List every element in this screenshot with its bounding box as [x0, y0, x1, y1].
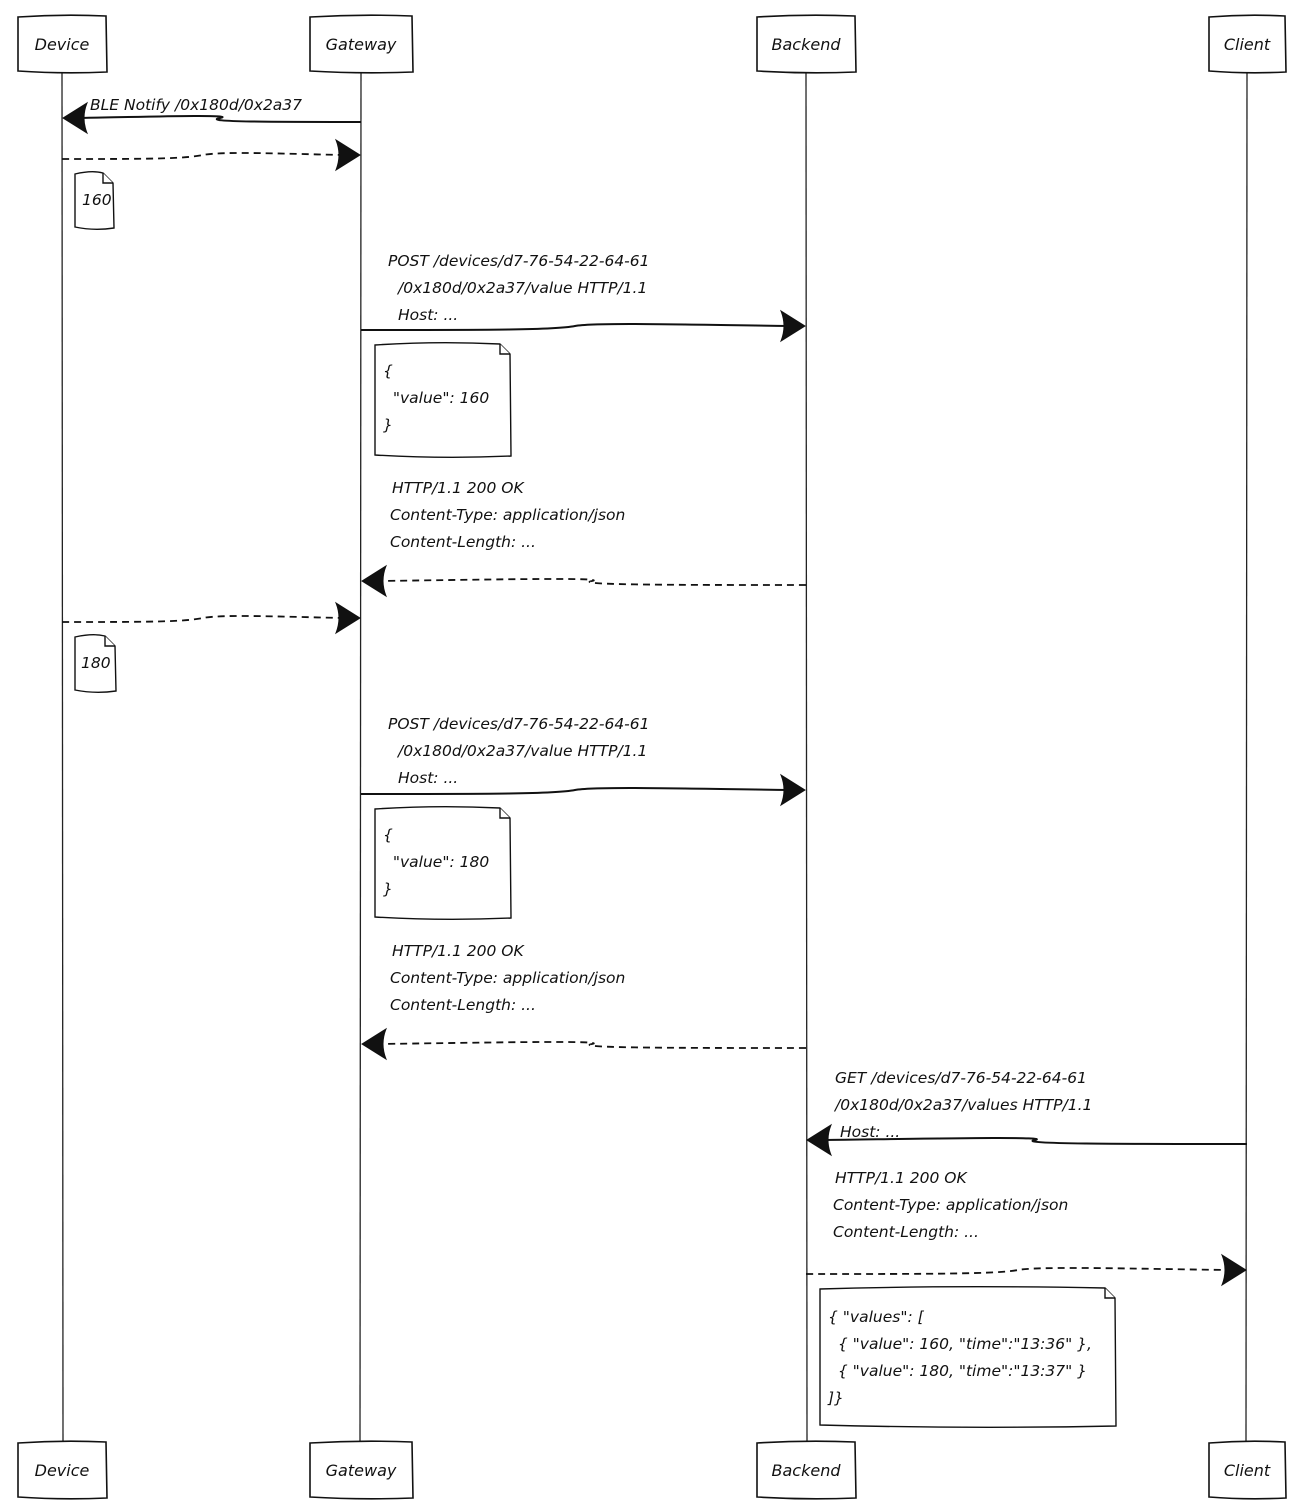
response-arrow [805, 1267, 1231, 1275]
actor-label: Client [1224, 1461, 1271, 1480]
lifeline-backend [805, 71, 808, 1443]
request-arrow [78, 114, 362, 123]
note-text: { "value": 180, "time":"13:37" } [828, 1362, 1087, 1380]
note-fold-icon [102, 173, 113, 184]
message-1[interactable]: BLE Notify /0x180d/0x2a37 [62, 96, 362, 135]
actor-gateway-top[interactable]: Gateway [309, 14, 414, 74]
message-label: GET /devices/d7-76-54-22-64-61 [835, 1069, 1087, 1087]
response-arrow [61, 152, 345, 160]
note-6: { "value": 180} [374, 806, 512, 920]
note-fold-icon [1104, 1288, 1115, 1299]
arrowhead-icon [779, 773, 806, 807]
actor-backend-top[interactable]: Backend [756, 14, 857, 74]
note-text: } [383, 880, 393, 898]
message-8[interactable]: GET /devices/d7-76-54-22-64-61/0x180d/0x… [806, 1069, 1248, 1157]
arrowhead-icon [779, 309, 806, 343]
sequence-diagram: Device Gateway Backend Client Device Gateway… [17, 14, 1287, 1500]
arrowhead-icon [806, 1123, 833, 1157]
message-label: Content-Length: ... [390, 996, 536, 1014]
note-2: 160 [74, 171, 115, 230]
note-text: "value": 180 [383, 853, 489, 871]
actor-label: Gateway [326, 35, 397, 54]
actor-device-bottom[interactable]: Device [17, 1440, 108, 1500]
note-text: { [383, 362, 393, 380]
lifeline-client [1245, 71, 1248, 1443]
message-label: POST /devices/d7-76-54-22-64-61 [388, 252, 650, 270]
message-label: HTTP/1.1 200 OK [392, 479, 525, 497]
message-label: HTTP/1.1 200 OK [392, 942, 525, 960]
message-label: /0x180d/0x2a37/value HTTP/1.1 [396, 279, 647, 297]
message-label: Host: ... [840, 1123, 900, 1141]
arrowhead-icon [62, 101, 89, 135]
note-text: "value": 160 [383, 389, 489, 407]
arrowhead-icon [334, 601, 361, 635]
message-label: /0x180d/0x2a37/value HTTP/1.1 [396, 742, 647, 760]
message-label: BLE Notify /0x180d/0x2a37 [90, 96, 302, 114]
response-arrow [61, 615, 345, 623]
note-3: { "value": 160} [374, 342, 512, 458]
response-arrow [377, 578, 807, 586]
actor-device-top[interactable]: Device [17, 14, 108, 74]
lifeline-device [61, 71, 64, 1443]
actor-client-bottom[interactable]: Client [1208, 1440, 1287, 1500]
actor-label: Device [35, 1461, 90, 1480]
request-arrow [360, 786, 790, 795]
arrowhead-icon [1220, 1253, 1247, 1287]
message-5[interactable] [61, 601, 361, 635]
message-label: POST /devices/d7-76-54-22-64-61 [388, 715, 650, 733]
message-6[interactable]: POST /devices/d7-76-54-22-64-61/0x180d/0… [360, 715, 806, 807]
lifeline-gateway [359, 71, 362, 1443]
message-label: /0x180d/0x2a37/values HTTP/1.1 [833, 1096, 1092, 1114]
actor-label: Device [35, 35, 90, 54]
actor-backend-bottom[interactable]: Backend [756, 1440, 857, 1500]
message-2[interactable] [61, 138, 361, 172]
message-label: Content-Type: application/json [833, 1196, 1068, 1214]
note-text: ]} [827, 1389, 844, 1407]
message-3[interactable]: POST /devices/d7-76-54-22-64-61/0x180d/0… [360, 252, 806, 343]
arrowhead-icon [361, 1027, 388, 1061]
actor-gateway-bottom[interactable]: Gateway [309, 1440, 414, 1500]
note-5: 180 [74, 634, 117, 693]
note-text: { "value": 160, "time":"13:36" }, [828, 1335, 1092, 1353]
arrowhead-icon [361, 564, 388, 598]
actor-label: Client [1224, 35, 1271, 54]
note-fold-icon [104, 636, 115, 647]
message-label: Content-Type: application/json [390, 969, 625, 987]
message-4[interactable]: HTTP/1.1 200 OK Content-Type: application… [361, 479, 807, 598]
message-9[interactable]: HTTP/1.1 200 OK Content-Type: application… [805, 1169, 1247, 1287]
message-7[interactable]: HTTP/1.1 200 OK Content-Type: application… [361, 942, 807, 1061]
note-text: 160 [82, 191, 112, 209]
note-text: { "values": [ [828, 1308, 925, 1326]
message-label: Host: ... [398, 769, 458, 787]
actor-label: Gateway [326, 1461, 397, 1480]
message-label: Content-Type: application/json [390, 506, 625, 524]
note-fold-icon [499, 344, 510, 355]
note-fold-icon [499, 808, 510, 819]
message-label: Content-Length: ... [833, 1223, 979, 1241]
actor-label: Backend [772, 35, 842, 54]
note-text: 180 [81, 654, 111, 672]
response-arrow [377, 1041, 807, 1049]
request-arrow [360, 322, 790, 331]
note-text: } [383, 416, 393, 434]
arrowhead-icon [334, 138, 361, 172]
message-label: Host: ... [398, 306, 458, 324]
message-label: HTTP/1.1 200 OK [835, 1169, 968, 1187]
actor-label: Backend [772, 1461, 842, 1480]
message-label: Content-Length: ... [390, 533, 536, 551]
note-text: { [383, 826, 393, 844]
actor-client-top[interactable]: Client [1208, 14, 1287, 74]
note-9: { "values": [ { "value": 160, "time":"13… [819, 1286, 1117, 1428]
